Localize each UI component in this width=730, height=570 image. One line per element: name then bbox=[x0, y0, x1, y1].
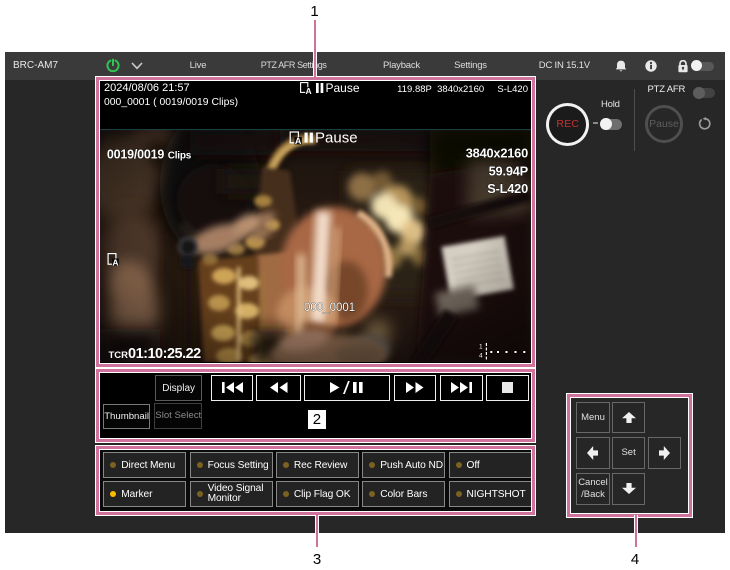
svg-text:0019/0019Clips: 0019/0019Clips bbox=[107, 147, 192, 161]
svg-text:A: A bbox=[112, 257, 118, 267]
svg-text:1: 1 bbox=[479, 344, 483, 351]
svg-text:4: 4 bbox=[479, 353, 483, 360]
svg-text:A: A bbox=[306, 86, 312, 94]
svg-text:S-L420: S-L420 bbox=[487, 181, 528, 196]
svg-text:Pause: Pause bbox=[315, 130, 358, 147]
svg-text:000_0001: 000_0001 bbox=[304, 302, 355, 314]
svg-text:3840x2160: 3840x2160 bbox=[466, 145, 528, 160]
svg-text:A: A bbox=[295, 136, 302, 146]
svg-text:59.94P: 59.94P bbox=[489, 163, 529, 178]
